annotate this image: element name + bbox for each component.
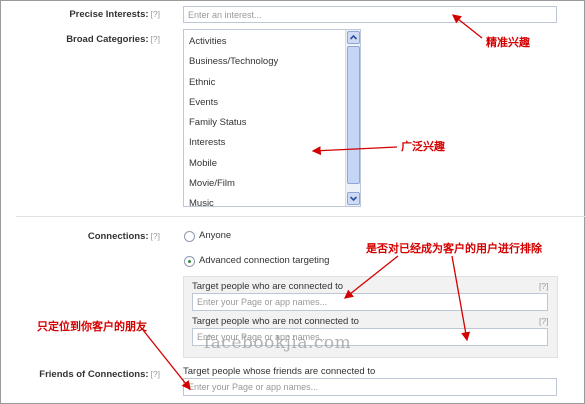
arrow-broad — [311, 146, 398, 156]
arrow-exclude-not-connected — [451, 255, 471, 342]
arrow-precise — [451, 14, 483, 39]
arrow-exclude-connected — [343, 255, 399, 299]
arrow-friends — [142, 329, 191, 391]
annotation-arrows — [142, 14, 483, 391]
